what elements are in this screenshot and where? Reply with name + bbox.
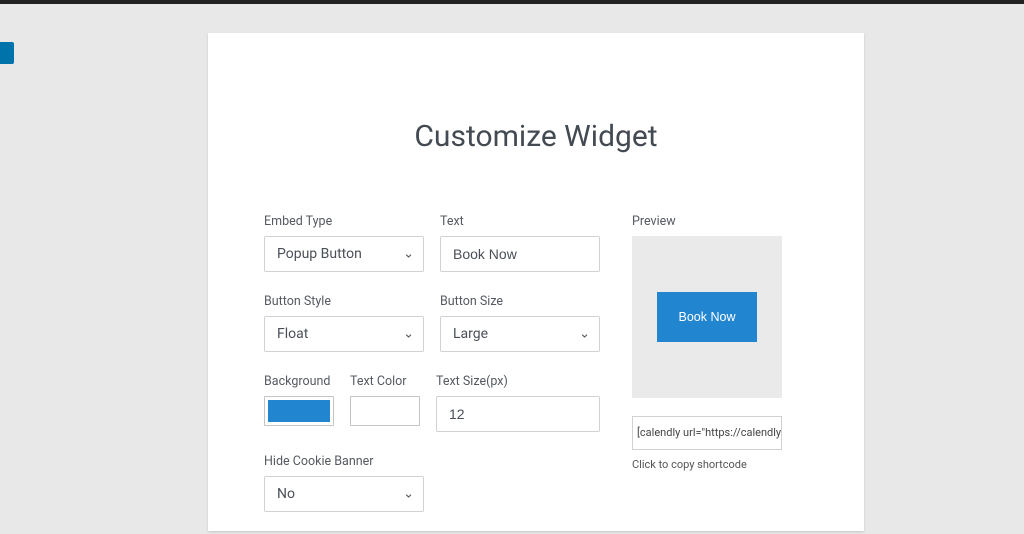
hide-cookie-label: Hide Cookie Banner <box>264 454 600 469</box>
preview-label: Preview <box>632 214 808 229</box>
embed-type-select[interactable]: Popup Button <box>264 236 424 272</box>
text-input[interactable] <box>440 236 600 272</box>
preview-box: Book Now <box>632 236 782 398</box>
button-style-label: Button Style <box>264 294 424 309</box>
text-color-label: Text Color <box>350 374 420 389</box>
shortcode-hint: Click to copy shortcode <box>632 458 808 471</box>
background-label: Background <box>264 374 334 389</box>
customize-widget-card: Customize Widget Embed Type Popup Button… <box>208 33 864 531</box>
preview-column: Preview Book Now [calendly url="https://… <box>632 214 808 534</box>
text-color-swatch <box>354 400 416 422</box>
admin-menu-stub[interactable] <box>0 42 14 64</box>
page-title: Customize Widget <box>264 119 808 154</box>
embed-type-label: Embed Type <box>264 214 424 229</box>
button-size-select[interactable]: Large <box>440 316 600 352</box>
text-color-picker[interactable] <box>350 396 420 426</box>
text-label: Text <box>440 214 600 229</box>
button-style-select[interactable]: Float <box>264 316 424 352</box>
hide-cookie-select[interactable]: No <box>264 476 424 512</box>
text-size-label: Text Size(px) <box>436 374 600 389</box>
shortcode-box[interactable]: [calendly url="https://calendly <box>632 416 782 450</box>
text-size-input[interactable] <box>436 396 600 432</box>
background-color-picker[interactable] <box>264 396 334 426</box>
window-topbar <box>0 0 1024 4</box>
button-size-label: Button Size <box>440 294 600 309</box>
background-swatch <box>268 400 330 422</box>
form-left-column: Embed Type Popup Button ⌄ Text Button St… <box>264 214 600 534</box>
preview-button[interactable]: Book Now <box>657 292 758 342</box>
